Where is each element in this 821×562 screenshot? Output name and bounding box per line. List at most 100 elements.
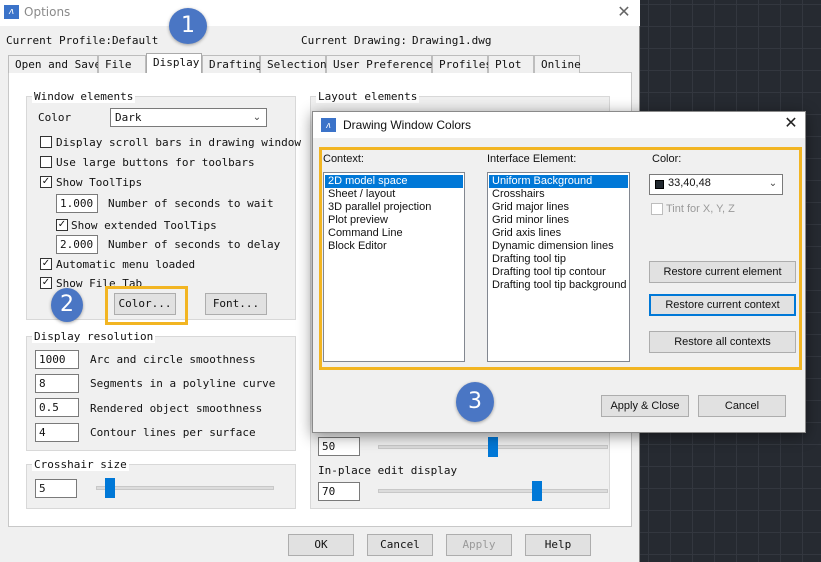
color-value: 33,40,48 <box>668 177 711 189</box>
rendered-smoothness-label: Rendered object smoothness <box>90 402 263 415</box>
show-extended-checkbox[interactable]: ✓ <box>56 219 68 231</box>
context-item[interactable]: Sheet / layout <box>325 188 463 201</box>
inplace-edit-input[interactable]: 70 <box>318 482 360 501</box>
show-tooltips-checkbox[interactable]: ✓ <box>40 176 52 188</box>
display-resolution-title: Display resolution <box>32 330 156 343</box>
show-file-tab-checkbox[interactable]: ✓ <box>40 277 52 289</box>
scroll-bars-checkbox[interactable] <box>40 136 52 148</box>
chevron-down-icon: ⌄ <box>768 178 778 189</box>
context-item[interactable]: Block Editor <box>325 240 463 253</box>
dialog-cancel-button[interactable]: Cancel <box>698 395 786 417</box>
color-scheme-select[interactable]: Dark ⌄ <box>110 108 267 127</box>
context-listbox[interactable]: 2D model space Sheet / layout 3D paralle… <box>323 172 465 362</box>
interface-element-item[interactable]: Crosshairs <box>489 188 628 201</box>
restore-current-context-button[interactable]: Restore current context <box>649 294 796 316</box>
color-scheme-value: Dark <box>115 111 142 124</box>
step-badge-2: 2 <box>51 288 83 322</box>
crosshair-size-input[interactable]: 5 <box>35 479 77 498</box>
close-icon[interactable]: ✕ <box>612 2 636 22</box>
context-item[interactable]: Command Line <box>325 227 463 240</box>
contour-lines-label: Contour lines per surface <box>90 426 256 439</box>
crosshair-size-slider[interactable] <box>96 478 274 498</box>
apply-close-button[interactable]: Apply & Close <box>601 395 689 417</box>
large-buttons-checkbox[interactable] <box>40 156 52 168</box>
color-swatch <box>655 180 664 189</box>
tab-profiles[interactable]: Profiles <box>432 55 492 73</box>
current-profile: Current Profile:Default <box>6 34 159 47</box>
window-elements-title: Window elements <box>32 90 136 103</box>
inplace-edit-title: In-place edit display <box>318 464 458 477</box>
tab-user-preferences[interactable]: User Preferences <box>326 55 439 73</box>
large-buttons-label: Use large buttons for toolbars <box>56 156 255 169</box>
app-logo-icon: ʌ <box>4 5 19 19</box>
interface-element-item[interactable]: Drafting tool tip background <box>489 279 628 292</box>
interface-element-item[interactable]: Drafting tool tip contour <box>489 266 628 279</box>
context-item[interactable]: 3D parallel projection <box>325 201 463 214</box>
options-title: Options <box>24 5 71 19</box>
context-item[interactable]: Plot preview <box>325 214 463 227</box>
tab-file[interactable]: File <box>98 55 146 73</box>
tint-xyz-label: Tint for X, Y, Z <box>666 203 735 215</box>
extended-delay-input[interactable]: 2.000 <box>56 235 98 254</box>
scroll-bars-label: Display scroll bars in drawing window <box>56 136 302 149</box>
fade-control-slider[interactable] <box>378 437 608 457</box>
tab-display[interactable]: Display <box>146 53 202 73</box>
chevron-down-icon: ⌄ <box>252 112 262 123</box>
fade-slider-thumb[interactable] <box>488 437 498 457</box>
restore-current-element-button[interactable]: Restore current element <box>649 261 796 283</box>
context-item[interactable]: 2D model space <box>325 175 463 188</box>
color-select[interactable]: 33,40,48 ⌄ <box>649 174 783 195</box>
tab-plot[interactable]: Plot <box>488 55 534 73</box>
crosshair-size-title: Crosshair size <box>32 458 129 471</box>
cancel-button[interactable]: Cancel <box>367 534 433 556</box>
apply-button[interactable]: Apply <box>446 534 512 556</box>
dwc-titlebar: ʌ Drawing Window Colors ✕ <box>313 112 805 138</box>
drawing-window-colors-dialog: ʌ Drawing Window Colors ✕ Context: 2D mo… <box>312 111 806 433</box>
tab-selection[interactable]: Selection <box>260 55 327 73</box>
extended-delay-label: Number of seconds to delay <box>108 238 281 251</box>
contour-lines-input[interactable]: 4 <box>35 423 79 442</box>
rendered-smoothness-input[interactable]: 0.5 <box>35 398 79 417</box>
layout-elements-title: Layout elements <box>316 90 420 103</box>
polyline-segments-input[interactable]: 8 <box>35 374 79 393</box>
context-label: Context: <box>323 153 364 165</box>
current-drawing-label: Current Drawing: <box>301 34 407 47</box>
options-titlebar: ʌ Options ✕ <box>0 0 640 26</box>
auto-menu-checkbox[interactable]: ✓ <box>40 258 52 270</box>
interface-element-listbox[interactable]: Uniform Background Crosshairs Grid major… <box>487 172 630 362</box>
interface-element-label: Interface Element: <box>487 153 577 165</box>
interface-element-item[interactable]: Grid axis lines <box>489 227 628 240</box>
tooltip-wait-input[interactable]: 1.000 <box>56 194 98 213</box>
step-badge-3: 3 <box>456 382 494 422</box>
color-button-callout <box>105 286 188 325</box>
tint-xyz-checkbox[interactable] <box>651 203 663 215</box>
show-extended-label: Show extended ToolTips <box>71 219 217 232</box>
interface-element-item[interactable]: Uniform Background <box>489 175 628 188</box>
interface-element-item[interactable]: Drafting tool tip <box>489 253 628 266</box>
app-logo-icon: ʌ <box>321 118 336 132</box>
arc-smoothness-input[interactable]: 1000 <box>35 350 79 369</box>
auto-menu-label: Automatic menu loaded <box>56 258 196 271</box>
polyline-segments-label: Segments in a polyline curve <box>90 377 276 390</box>
inplace-edit-slider[interactable] <box>378 481 608 501</box>
show-tooltips-label: Show ToolTips <box>56 176 143 189</box>
current-drawing-value: Drawing1.dwg <box>412 34 492 47</box>
interface-element-item[interactable]: Grid minor lines <box>489 214 628 227</box>
color-scheme-label: Color <box>38 111 72 124</box>
restore-all-contexts-button[interactable]: Restore all contexts <box>649 331 796 353</box>
tab-online[interactable]: Online <box>534 55 581 73</box>
dwc-title: Drawing Window Colors <box>343 118 472 132</box>
crosshair-slider-thumb[interactable] <box>105 478 115 498</box>
fade-control-input[interactable]: 50 <box>318 437 360 456</box>
tab-drafting[interactable]: Drafting <box>202 55 262 73</box>
inplace-slider-thumb[interactable] <box>532 481 542 501</box>
tab-open-and-save[interactable]: Open and Save <box>8 55 101 73</box>
interface-element-item[interactable]: Dynamic dimension lines <box>489 240 628 253</box>
ok-button[interactable]: OK <box>288 534 354 556</box>
help-button[interactable]: Help <box>525 534 591 556</box>
font-button[interactable]: Font... <box>205 293 267 315</box>
interface-element-item[interactable]: Grid major lines <box>489 201 628 214</box>
arc-smoothness-label: Arc and circle smoothness <box>90 353 256 366</box>
step-badge-1: 1 <box>169 8 207 44</box>
close-icon[interactable]: ✕ <box>779 114 803 134</box>
